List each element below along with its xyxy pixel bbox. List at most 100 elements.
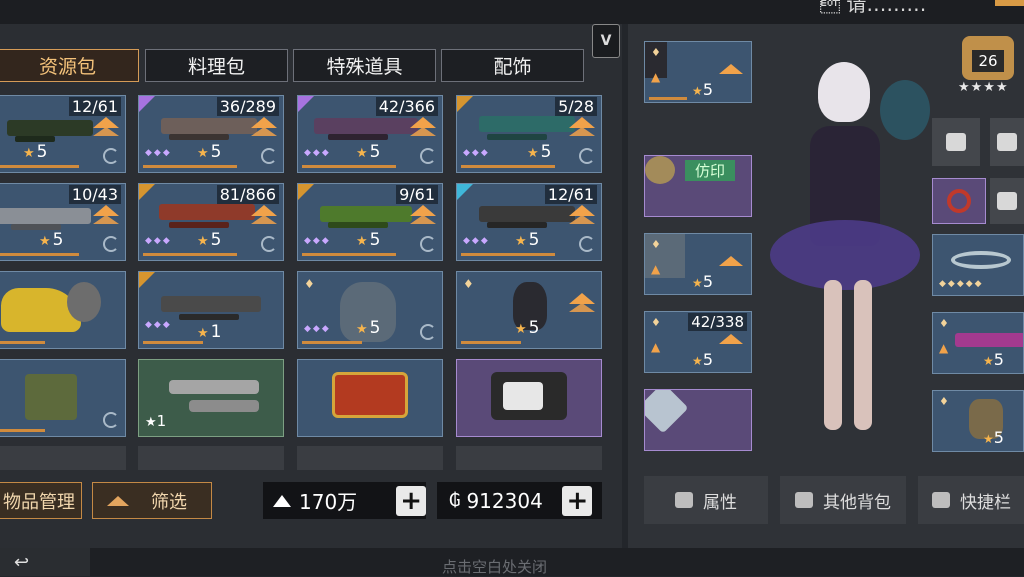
- item-slot-15[interactable]: [297, 359, 443, 437]
- mountain-icon: [273, 494, 291, 507]
- character-model[interactable]: [770, 40, 950, 430]
- rank-stars: ★★★★: [958, 80, 1009, 95]
- equip-slot-accessory[interactable]: [644, 389, 752, 451]
- item-level: 5: [210, 230, 222, 250]
- item-slot-10[interactable]: ◆◆◆ ★ 1: [138, 271, 284, 349]
- rarity-dots: ◆◆◆: [145, 148, 172, 158]
- close-button[interactable]: [995, 0, 1024, 6]
- item-management-button[interactable]: 物品管理: [0, 482, 82, 519]
- rarity-corner: [457, 184, 473, 200]
- refresh-icon: [420, 324, 436, 340]
- side-armor-slot[interactable]: ♦ ★5: [932, 390, 1024, 452]
- diamond-icon: ♦: [939, 395, 949, 408]
- rarity-corner: [298, 184, 314, 200]
- add-currency-2-button[interactable]: +: [562, 485, 593, 516]
- equip-level: 5: [993, 428, 1004, 447]
- currency-2-display: ₲ 912304 +: [437, 482, 602, 519]
- progress-bar: [302, 253, 396, 256]
- rarity-dots: ◆◆◆: [463, 148, 490, 158]
- currency-1-display: 170万 +: [263, 482, 426, 519]
- progress-bar: [461, 165, 555, 168]
- item-slot-4[interactable]: 5/28 ◆◆◆ ★ 5: [456, 95, 602, 173]
- item-count: 5/28: [555, 97, 597, 116]
- star-icon: ★: [515, 322, 527, 337]
- vip-badge[interactable]: V: [592, 24, 620, 58]
- other-bag-button[interactable]: 其他背包: [780, 476, 906, 524]
- progress-bar: [461, 253, 555, 256]
- rarity-dots: ◆◆◆: [304, 148, 331, 158]
- refresh-icon: [261, 236, 277, 252]
- ring-slot[interactable]: [932, 178, 986, 224]
- rank-badge[interactable]: 26 ★★★★: [958, 36, 1018, 95]
- item-slot-18[interactable]: [138, 446, 284, 470]
- side-weapon-slot[interactable]: ♦ ▲ ★5: [932, 312, 1024, 374]
- refresh-icon: [103, 148, 119, 164]
- rarity-corner: [139, 272, 155, 288]
- equip-slot-imprint[interactable]: 仿印: [644, 155, 752, 217]
- attributes-button[interactable]: 属性: [644, 476, 768, 524]
- item-slot-11[interactable]: ♦ ◆◆◆ ★ 5: [297, 271, 443, 349]
- progress-bar: [302, 165, 396, 168]
- item-slot-2[interactable]: 36/289 ◆◆◆ ★ 5: [138, 95, 284, 173]
- star-icon: ★: [39, 234, 51, 249]
- star-icon: ★: [515, 234, 527, 249]
- vehicle-icon-button[interactable]: [990, 118, 1024, 166]
- item-slot-20[interactable]: [456, 446, 602, 470]
- item-slot-8[interactable]: 12/61 ◆◆◆ ★ 5: [456, 183, 602, 261]
- close-hint: 点击空白处关闭: [442, 558, 548, 576]
- item-slot-17[interactable]: [0, 446, 126, 470]
- diamond-icon: ♦: [651, 46, 661, 59]
- item-slot-5[interactable]: 10/43 ★ 5: [0, 183, 126, 261]
- item-slot-13[interactable]: [0, 359, 126, 437]
- progress-bar: [0, 429, 45, 432]
- refresh-icon: [103, 236, 119, 252]
- star-icon: ★: [145, 415, 157, 430]
- item-slot-6[interactable]: 81/866 ◆◆◆ ★ 5: [138, 183, 284, 261]
- item-level: 5: [528, 318, 540, 338]
- back-button[interactable]: ↩: [0, 548, 90, 576]
- diamond-icon: ♦: [463, 277, 474, 291]
- item-level: 5: [210, 142, 222, 162]
- diamond-icon: ♦: [651, 316, 661, 329]
- upgrade-icon: ▲: [651, 340, 661, 354]
- currency-2-value: 912304: [466, 488, 543, 513]
- star-icon: ★: [356, 234, 368, 249]
- shortcut-bar-button[interactable]: 快捷栏: [918, 476, 1024, 524]
- item-slot-1[interactable]: 12/61 ★ 5: [0, 95, 126, 173]
- refresh-icon: [420, 236, 436, 252]
- equip-slot-weapon[interactable]: ♦ ▲ 42/338 ★5: [644, 311, 752, 373]
- progress-bar: [0, 341, 45, 344]
- other-bag-label: 其他背包: [823, 492, 891, 513]
- star-icon: ★: [983, 432, 994, 446]
- item-quantity: 1: [156, 412, 167, 430]
- item-slot-9[interactable]: [0, 271, 126, 349]
- tab-accessories[interactable]: 配饰: [441, 49, 584, 82]
- filter-button[interactable]: 筛选: [92, 482, 212, 519]
- currency-1-value: 170万: [299, 490, 358, 514]
- refresh-icon: [420, 148, 436, 164]
- item-count: 36/289: [216, 97, 279, 116]
- progress-bar: [143, 253, 237, 256]
- item-slot-3[interactable]: 42/366 ◆◆◆ ★ 5: [297, 95, 443, 173]
- star-icon: ★: [692, 354, 703, 368]
- top-right-text:  请………: [820, 0, 927, 16]
- clothing-icon-button[interactable]: [932, 118, 980, 166]
- item-slot-16[interactable]: [456, 359, 602, 437]
- add-currency-1-button[interactable]: +: [396, 485, 426, 516]
- bracelet-slot[interactable]: ◆◆◆◆◆: [932, 234, 1024, 296]
- pet-icon-button[interactable]: [990, 178, 1024, 224]
- item-slot-7[interactable]: 9/61 ◆◆◆ ★ 5: [297, 183, 443, 261]
- tab-special-items[interactable]: 特殊道具: [293, 49, 436, 82]
- equip-slot-body[interactable]: ♦ ▲ ★5: [644, 233, 752, 295]
- tab-food-pack[interactable]: 料理包: [145, 49, 288, 82]
- item-slot-14[interactable]: ★1: [138, 359, 284, 437]
- equip-level: 5: [993, 350, 1004, 369]
- shortcut-bar-label: 快捷栏: [960, 492, 1011, 513]
- item-count: 12/61: [544, 185, 597, 204]
- item-slot-19[interactable]: [297, 446, 443, 470]
- equip-slot-helmet[interactable]: ♦ ▲ ★5: [644, 41, 752, 103]
- item-slot-12[interactable]: ♦ ★ 5: [456, 271, 602, 349]
- rarity-corner: [139, 96, 155, 112]
- tab-resource-pack[interactable]: 资源包: [0, 49, 139, 82]
- item-count: 42/366: [375, 97, 438, 116]
